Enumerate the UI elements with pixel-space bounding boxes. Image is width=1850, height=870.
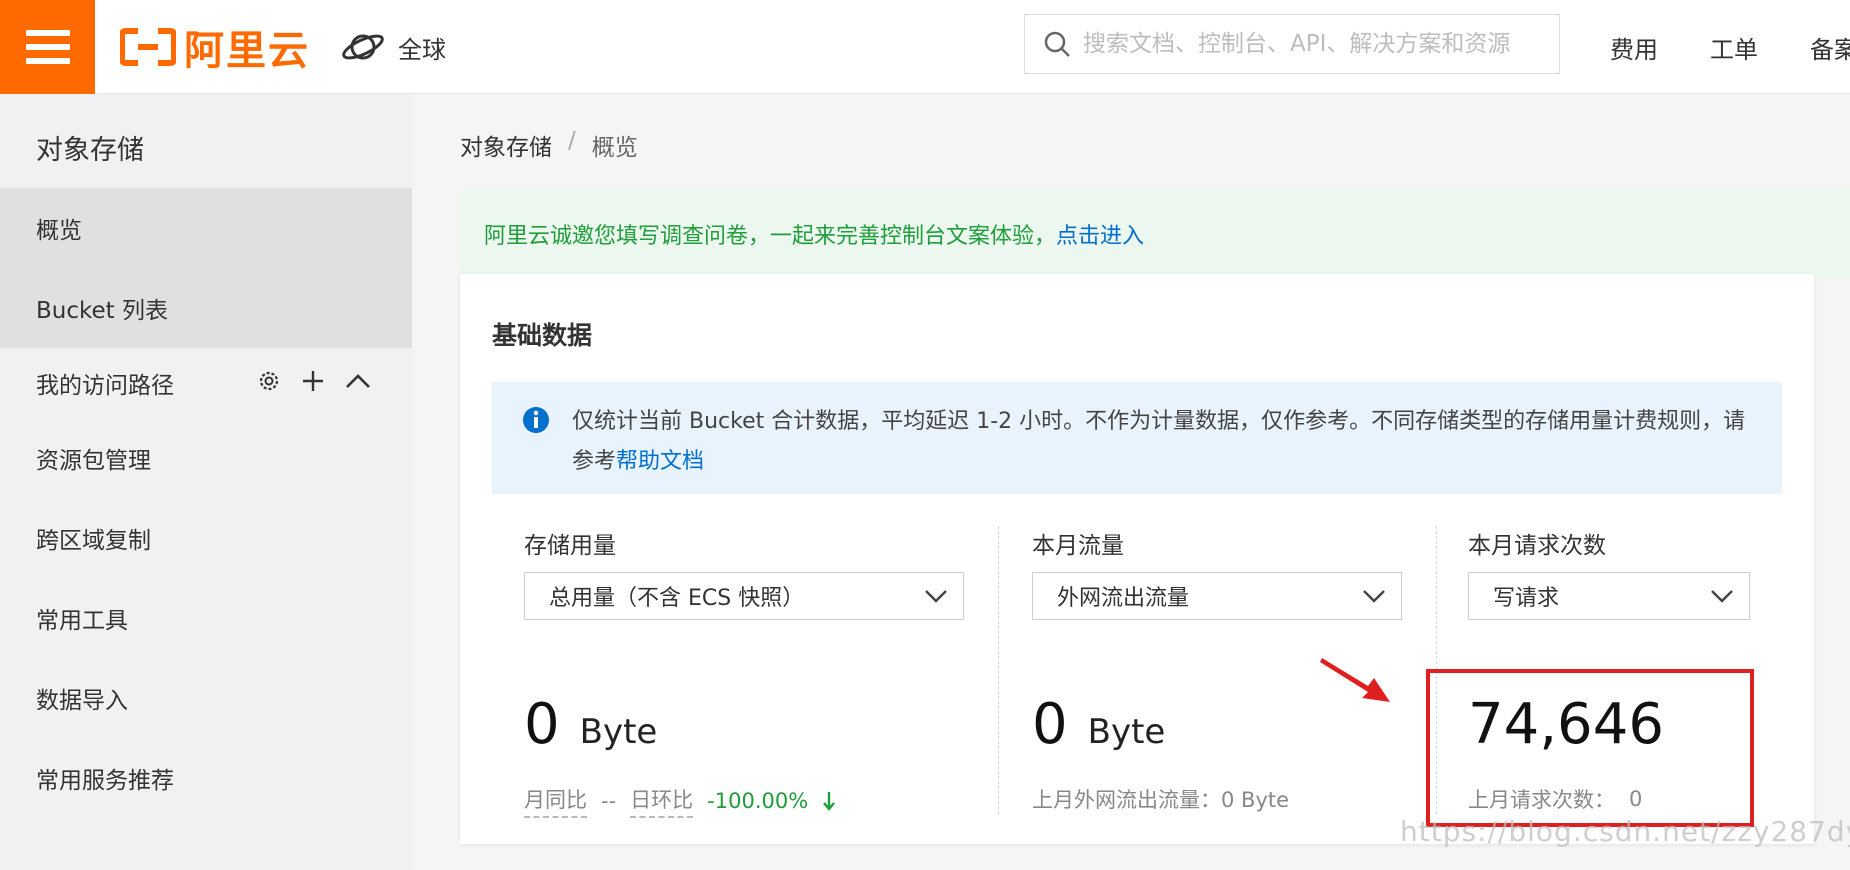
breadcrumb-separator: / xyxy=(568,128,576,154)
aliyun-logo[interactable]: 阿里云 xyxy=(120,24,310,74)
storage-value-number: 0 xyxy=(524,692,560,757)
sidebar-item-overview[interactable]: 概览 xyxy=(0,188,412,268)
sidebar: 对象存储 概览 Bucket 列表 我的访问路径 资源包管理 跨区域复制 常用工… xyxy=(0,94,412,870)
aliyun-logo-mark-icon xyxy=(120,27,176,67)
dod-label: 日环比 xyxy=(630,784,694,818)
storage-usage-column: 存储用量 总用量（不含 ECS 快照） xyxy=(524,526,964,620)
survey-link[interactable]: 点击进入 xyxy=(1056,218,1144,250)
sidebar-item-common-tools[interactable]: 常用工具 xyxy=(0,578,412,658)
region-selector[interactable]: 全球 xyxy=(340,22,446,72)
request-type-value: 写请求 xyxy=(1493,586,1560,611)
storage-usage-label: 存储用量 xyxy=(524,533,616,559)
monthly-requests-column: 本月请求次数 写请求 xyxy=(1468,526,1750,620)
mom-label: 月同比 xyxy=(524,784,587,818)
storage-value: 0 Byte xyxy=(524,692,657,757)
hamburger-menu-icon[interactable] xyxy=(0,0,95,94)
traffic-last-month: 上月外网流出流量：0 Byte xyxy=(1032,784,1289,814)
sidebar-item-resource-packages[interactable]: 资源包管理 xyxy=(0,418,412,498)
breadcrumb: 对象存储 / 概览 xyxy=(460,128,638,162)
breadcrumb-root[interactable]: 对象存储 xyxy=(460,128,552,162)
sidebar-section-actions xyxy=(256,368,372,394)
search-icon xyxy=(1044,31,1070,57)
plus-icon[interactable] xyxy=(300,368,326,394)
link-tickets[interactable]: 工单 xyxy=(1710,30,1758,65)
top-bar: 阿里云 全球 费用 工单 备案 xyxy=(0,0,1850,94)
sidebar-item-data-import[interactable]: 数据导入 xyxy=(0,658,412,738)
mom-value: -- xyxy=(601,789,617,813)
card-title: 基础数据 xyxy=(492,321,593,350)
sidebar-item-bucket-list[interactable]: Bucket 列表 xyxy=(0,268,412,348)
aliyun-logo-text: 阿里云 xyxy=(184,28,310,74)
sidebar-section-label: 我的访问路径 xyxy=(36,373,174,399)
storage-comparison: 月同比 -- 日环比 -100.00% xyxy=(524,784,836,818)
storage-type-value: 总用量（不含 ECS 快照） xyxy=(549,586,805,611)
sidebar-item-cross-region-replication[interactable]: 跨区域复制 xyxy=(0,498,412,578)
survey-text: 阿里云诚邀您填写调查问卷，一起来完善控制台文案体验， xyxy=(484,224,1057,249)
column-divider xyxy=(998,526,999,814)
gear-icon[interactable] xyxy=(256,368,282,394)
region-label: 全球 xyxy=(398,35,446,64)
survey-banner: 阿里云诚邀您填写调查问卷，一起来完善控制台文案体验， 点击进入 xyxy=(460,190,1850,278)
sidebar-item-recommended-services[interactable]: 常用服务推荐 xyxy=(0,738,412,818)
info-notice: 仅统计当前 Bucket 合计数据，平均延迟 1-2 小时。不作为计量数据，仅作… xyxy=(492,382,1782,494)
traffic-value: 0 Byte xyxy=(1032,692,1165,757)
info-icon xyxy=(523,407,549,433)
planet-icon xyxy=(342,34,384,60)
traffic-type-value: 外网流出流量 xyxy=(1057,586,1190,611)
dod-value: -100.00% xyxy=(707,789,809,813)
red-highlight-box xyxy=(1426,669,1754,827)
chevron-down-icon xyxy=(1363,590,1385,603)
monthly-traffic-column: 本月流量 外网流出流量 xyxy=(1032,526,1402,620)
link-billing[interactable]: 费用 xyxy=(1610,30,1658,65)
traffic-type-select[interactable]: 外网流出流量 xyxy=(1032,572,1402,620)
traffic-value-unit: Byte xyxy=(1087,712,1166,752)
link-icp[interactable]: 备案 xyxy=(1810,30,1850,65)
red-arrow-annotation xyxy=(1320,658,1390,702)
monthly-traffic-label: 本月流量 xyxy=(1032,533,1124,559)
sidebar-title: 对象存储 xyxy=(36,135,144,166)
storage-type-select[interactable]: 总用量（不含 ECS 快照） xyxy=(524,572,964,620)
storage-value-unit: Byte xyxy=(579,712,658,752)
chevron-down-icon xyxy=(925,590,947,603)
chevron-up-icon[interactable] xyxy=(344,368,372,394)
help-doc-link[interactable]: 帮助文档 xyxy=(616,449,704,474)
monthly-requests-label: 本月请求次数 xyxy=(1468,533,1606,559)
search-box[interactable] xyxy=(1024,14,1560,74)
arrow-down-icon xyxy=(823,792,836,811)
traffic-last-month-text: 上月外网流出流量：0 Byte xyxy=(1032,788,1290,812)
request-type-select[interactable]: 写请求 xyxy=(1468,572,1750,620)
chevron-down-icon xyxy=(1711,590,1733,603)
watermark: https://blog.csdn.net/zzy287dy xyxy=(1400,815,1850,848)
notice-text: 仅统计当前 Bucket 合计数据，平均延迟 1-2 小时。不作为计量数据，仅作… xyxy=(572,409,1746,474)
search-input[interactable] xyxy=(1083,31,1523,57)
breadcrumb-current: 概览 xyxy=(591,135,638,161)
sidebar-section-my-paths: 我的访问路径 xyxy=(0,348,412,418)
traffic-value-number: 0 xyxy=(1032,692,1068,757)
